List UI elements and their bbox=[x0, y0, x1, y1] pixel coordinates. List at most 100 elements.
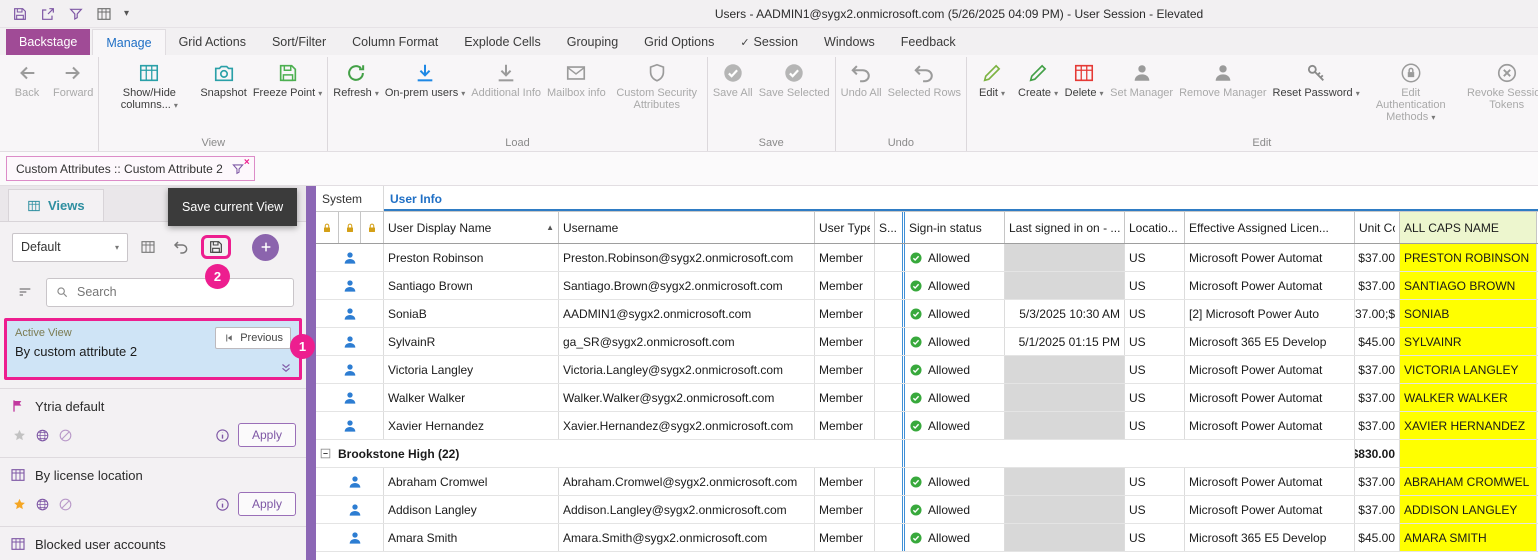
user-row-xavier-hernandez[interactable]: Xavier HernandezXavier.Hernandez@sygx2.o… bbox=[316, 412, 1538, 440]
column-header-all_caps[interactable]: ALL CAPS NAME bbox=[1400, 212, 1537, 243]
edit-authentication-methods-button[interactable]: Edit Authentication Methods ▾ bbox=[1363, 58, 1459, 124]
cell-unit-cost[interactable]: $37.00 bbox=[1355, 468, 1400, 495]
cell-license[interactable]: Microsoft 365 E5 Develop bbox=[1185, 328, 1355, 355]
cell-unit-cost[interactable]: $37.00 bbox=[1355, 356, 1400, 383]
column-group-system[interactable]: System bbox=[316, 186, 384, 211]
column-header-username[interactable]: Username bbox=[559, 212, 815, 243]
user-row-preston-robinson[interactable]: Preston RobinsonPreston.Robinson@sygx2.o… bbox=[316, 244, 1538, 272]
cell-signin-status[interactable]: Allowed bbox=[905, 412, 1005, 439]
cell-unit-cost[interactable]: $37.00 bbox=[1355, 412, 1400, 439]
tab-grouping[interactable]: Grouping bbox=[554, 29, 631, 55]
cell-license[interactable]: Microsoft Power Automat bbox=[1185, 384, 1355, 411]
group-empty-cell[interactable] bbox=[905, 440, 1355, 467]
cell-username[interactable]: Xavier.Hernandez@sygx2.onmicrosoft.com bbox=[559, 412, 815, 439]
cell-last-signin[interactable] bbox=[1005, 356, 1125, 383]
tab-grid-options[interactable]: Grid Options bbox=[631, 29, 727, 55]
favorite-star-button[interactable] bbox=[12, 427, 27, 442]
add-view-button[interactable] bbox=[252, 234, 279, 261]
cell-license[interactable]: Microsoft 365 E5 Develop bbox=[1185, 524, 1355, 551]
filter-views-button[interactable] bbox=[12, 279, 38, 305]
previous-view-button[interactable]: Previous bbox=[215, 327, 291, 349]
cell-s[interactable] bbox=[875, 356, 905, 383]
cell-display-name[interactable]: Walker Walker bbox=[384, 384, 559, 411]
view-item-blocked-user-accounts[interactable]: Blocked user accountsApply bbox=[0, 526, 306, 560]
user-row-sylvainr[interactable]: SylvainRga_SR@sygx2.onmicrosoft.comMembe… bbox=[316, 328, 1538, 356]
edit-button[interactable]: Edit ▾ bbox=[969, 58, 1015, 100]
row-header[interactable] bbox=[316, 328, 384, 355]
export-grid-button[interactable] bbox=[12, 6, 28, 22]
save-selected-button[interactable]: Save Selected bbox=[756, 58, 833, 99]
cell-display-name[interactable]: Santiago Brown bbox=[384, 272, 559, 299]
user-row-soniab[interactable]: SoniaBAADMIN1@sygx2.onmicrosoft.comMembe… bbox=[316, 300, 1538, 328]
cell-s[interactable] bbox=[875, 440, 905, 467]
cell-unit-cost[interactable]: [2]$37.00;$ bbox=[1355, 300, 1400, 327]
cell-all-caps[interactable]: ADDISON LANGLEY bbox=[1400, 496, 1537, 523]
cell-location[interactable]: US bbox=[1125, 356, 1185, 383]
custom-security-attributes-button[interactable]: Custom Security Attributes bbox=[609, 58, 705, 111]
refresh-button[interactable]: Refresh ▾ bbox=[330, 58, 382, 100]
cell-all-caps[interactable]: WALKER WALKER bbox=[1400, 384, 1537, 411]
row-header[interactable] bbox=[316, 468, 384, 495]
search-input[interactable] bbox=[75, 284, 285, 300]
cell-license[interactable]: Microsoft Power Automat bbox=[1185, 244, 1355, 271]
cell-license[interactable]: [2] Microsoft Power Auto bbox=[1185, 300, 1355, 327]
reset-password-button[interactable]: Reset Password ▾ bbox=[1270, 58, 1363, 100]
cell-signin-status[interactable]: Allowed bbox=[905, 384, 1005, 411]
cell-username[interactable]: ga_SR@sygx2.onmicrosoft.com bbox=[559, 328, 815, 355]
cell-license[interactable]: Microsoft Power Automat bbox=[1185, 496, 1355, 523]
apply-view-button[interactable]: Apply bbox=[238, 423, 296, 447]
cell-user-type[interactable]: Member bbox=[815, 524, 875, 551]
cell-signin-status[interactable]: Allowed bbox=[905, 328, 1005, 355]
user-row-abraham-cromwel[interactable]: Abraham CromwelAbraham.Cromwel@sygx2.onm… bbox=[316, 468, 1538, 496]
scope-globe-button[interactable] bbox=[35, 427, 50, 442]
cell-license[interactable]: Microsoft Power Automat bbox=[1185, 468, 1355, 495]
row-header[interactable] bbox=[316, 356, 384, 383]
cell-display-name[interactable]: Addison Langley bbox=[384, 496, 559, 523]
undo-view-button[interactable] bbox=[168, 234, 194, 260]
cell-location[interactable]: US bbox=[1125, 468, 1185, 495]
column-header-location[interactable]: Locatio... bbox=[1125, 212, 1185, 243]
cell-last-signin[interactable] bbox=[1005, 412, 1125, 439]
cell-unit-cost[interactable]: $45.00 bbox=[1355, 328, 1400, 355]
tab-backstage[interactable]: Backstage bbox=[6, 29, 90, 55]
show-hide-columns-button[interactable]: Show/Hide columns... ▾ bbox=[101, 58, 197, 112]
cell-last-signin[interactable]: 5/3/2025 10:30 AM bbox=[1005, 300, 1125, 327]
cell-location[interactable]: US bbox=[1125, 496, 1185, 523]
view-item-by-license-location[interactable]: By license locationApply bbox=[0, 457, 306, 526]
tab-explode-cells[interactable]: Explode Cells bbox=[451, 29, 553, 55]
set-manager-button[interactable]: Set Manager bbox=[1107, 58, 1176, 99]
cell-all-caps[interactable]: SYLVAINR bbox=[1400, 328, 1537, 355]
cell-display-name[interactable]: SoniaB bbox=[384, 300, 559, 327]
cell-all-caps[interactable]: XAVIER HERNANDEZ bbox=[1400, 412, 1537, 439]
column-header-display_name[interactable]: User Display Name▲ bbox=[384, 212, 559, 243]
user-row-victoria-langley[interactable]: Victoria LangleyVictoria.Langley@sygx2.o… bbox=[316, 356, 1538, 384]
snapshot-button[interactable]: Snapshot bbox=[197, 58, 249, 99]
cell-location[interactable]: US bbox=[1125, 244, 1185, 271]
cell-display-name[interactable]: SylvainR bbox=[384, 328, 559, 355]
column-header-s[interactable]: S... bbox=[875, 212, 905, 243]
cell-unit-cost[interactable]: $37.00 bbox=[1355, 272, 1400, 299]
back-button[interactable]: Back bbox=[4, 58, 50, 99]
save-current-view-button[interactable] bbox=[201, 235, 231, 259]
cell-user-type[interactable]: Member bbox=[815, 412, 875, 439]
cell-s[interactable] bbox=[875, 468, 905, 495]
user-row-santiago-brown[interactable]: Santiago BrownSantiago.Brown@sygx2.onmic… bbox=[316, 272, 1538, 300]
cell-last-signin[interactable] bbox=[1005, 384, 1125, 411]
cell-all-caps[interactable]: SONIAB bbox=[1400, 300, 1537, 327]
row-header[interactable] bbox=[316, 300, 384, 327]
group-row-brookstone-high-22[interactable]: Brookstone High (22)$830.00 bbox=[316, 440, 1538, 468]
view-info-button[interactable] bbox=[215, 427, 230, 442]
column-group-user-info[interactable]: User Info bbox=[384, 186, 1538, 211]
freeze-point-button[interactable]: Freeze Point ▾ bbox=[250, 58, 325, 100]
cell-license[interactable]: Microsoft Power Automat bbox=[1185, 412, 1355, 439]
cell-license[interactable]: Microsoft Power Automat bbox=[1185, 272, 1355, 299]
column-header-last_signin[interactable]: Last signed in on - ... bbox=[1005, 212, 1125, 243]
cell-signin-status[interactable]: Allowed bbox=[905, 272, 1005, 299]
cell-username[interactable]: Santiago.Brown@sygx2.onmicrosoft.com bbox=[559, 272, 815, 299]
row-header[interactable] bbox=[316, 244, 384, 271]
favorite-star-button[interactable] bbox=[12, 496, 27, 511]
forward-button[interactable]: Forward bbox=[50, 58, 96, 99]
row-header[interactable] bbox=[316, 272, 384, 299]
cell-location[interactable]: US bbox=[1125, 384, 1185, 411]
user-row-amara-smith[interactable]: Amara SmithAmara.Smith@sygx2.onmicrosoft… bbox=[316, 524, 1538, 552]
